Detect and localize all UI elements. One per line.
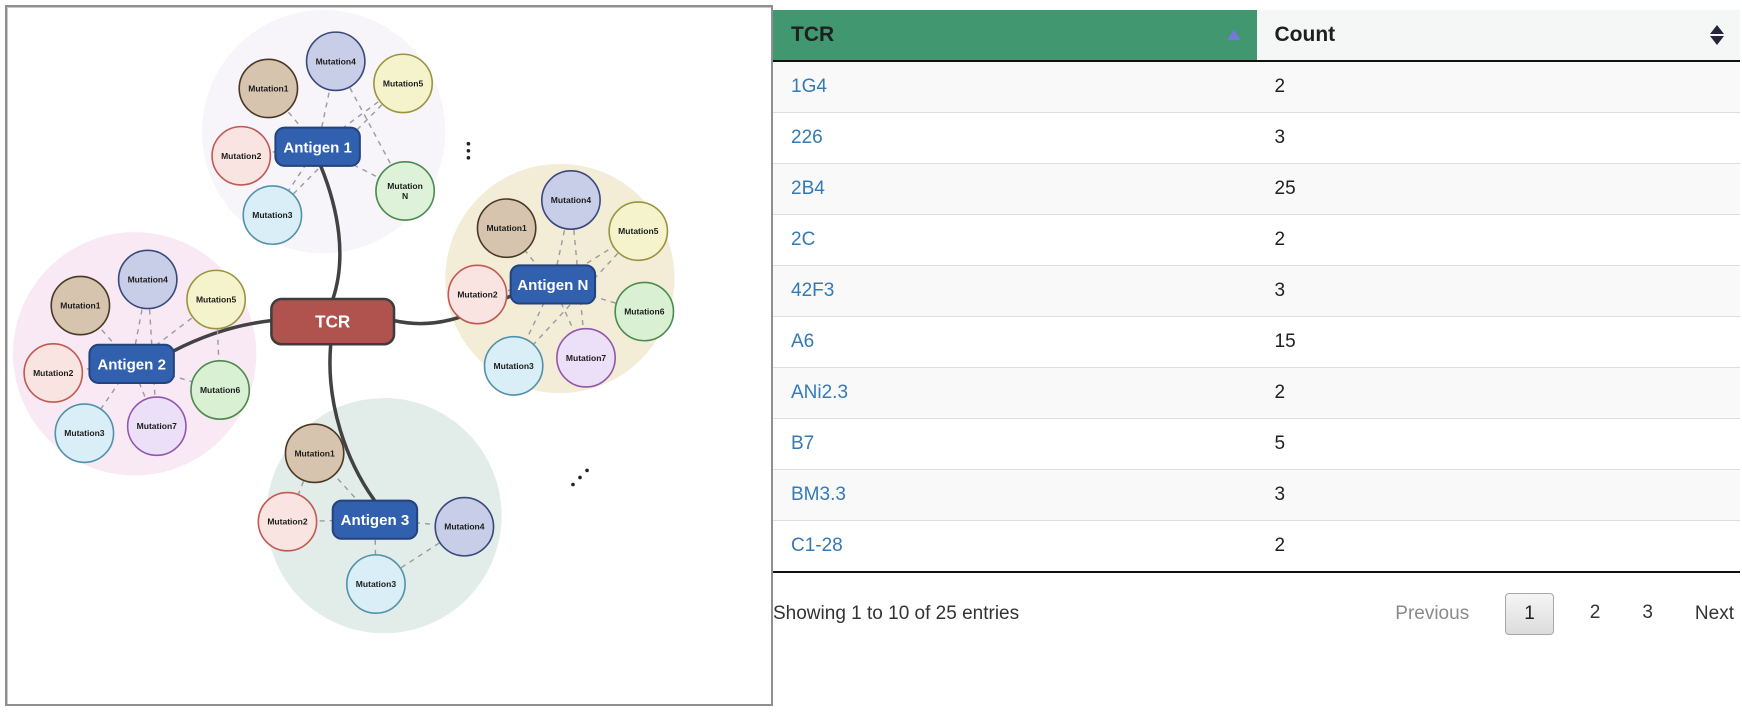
mutation-label: Mutation5 bbox=[383, 78, 424, 88]
mutation-label: Mutation2 bbox=[221, 151, 262, 161]
mutation-label: Mutation2 bbox=[33, 368, 74, 378]
tcr-cell: ANi2.3 bbox=[773, 368, 1257, 419]
mutation-label: Mutation4 bbox=[128, 274, 169, 284]
tcr-link[interactable]: 2B4 bbox=[791, 178, 825, 199]
mutation-label: Mutation2 bbox=[457, 290, 498, 300]
count-cell: 3 bbox=[1257, 470, 1741, 521]
table-row: 1G4 2 bbox=[773, 61, 1740, 113]
table-row: BM3.3 3 bbox=[773, 470, 1740, 521]
tcr-link[interactable]: C1-28 bbox=[791, 535, 843, 556]
sort-ascending-icon bbox=[1227, 30, 1241, 40]
tcr-link[interactable]: 2C bbox=[791, 229, 815, 250]
page-number-buttons: 123 bbox=[1475, 593, 1659, 635]
tcr-link[interactable]: 1G4 bbox=[791, 76, 827, 97]
mutation-label: Mutation3 bbox=[64, 428, 105, 438]
count-cell: 3 bbox=[1257, 113, 1741, 164]
tcr-label: TCR bbox=[315, 313, 350, 332]
count-cell: 5 bbox=[1257, 419, 1741, 470]
tcr-link[interactable]: BM3.3 bbox=[791, 484, 846, 505]
mutation-label: Mutation1 bbox=[294, 448, 335, 458]
table-footer: Showing 1 to 10 of 25 entries Previous 1… bbox=[773, 593, 1740, 635]
tcr-cell: 2C bbox=[773, 215, 1257, 266]
page-button-3[interactable]: 3 bbox=[1636, 593, 1659, 635]
page-button-1[interactable]: 1 bbox=[1505, 593, 1554, 635]
tcr-cell: 226 bbox=[773, 113, 1257, 164]
tcr-cell: A6 bbox=[773, 317, 1257, 368]
tcr-cell: 2B4 bbox=[773, 164, 1257, 215]
count-cell: 2 bbox=[1257, 521, 1741, 573]
tcr-link[interactable]: A6 bbox=[791, 331, 814, 352]
tcr-cell: B7 bbox=[773, 419, 1257, 470]
table-row: C1-28 2 bbox=[773, 521, 1740, 573]
mutation-label: Mutation3 bbox=[494, 361, 535, 371]
mutation-label: Mutation4 bbox=[444, 522, 485, 532]
mutation-label: Mutation3 bbox=[252, 210, 293, 220]
diagram-panel: Mutation1 Mutation4 Mutation5 Mutation2 Muta… bbox=[5, 5, 773, 706]
table-info: Showing 1 to 10 of 25 entries bbox=[773, 603, 1019, 625]
antigen-label: Antigen 2 bbox=[97, 356, 166, 373]
tcr-link[interactable]: B7 bbox=[791, 433, 814, 454]
count-cell: 2 bbox=[1257, 368, 1741, 419]
table-row: B7 5 bbox=[773, 419, 1740, 470]
count-cell: 2 bbox=[1257, 61, 1741, 113]
page-button-2[interactable]: 2 bbox=[1584, 593, 1607, 635]
table-header-row: TCR Count bbox=[773, 10, 1740, 61]
vertical-ellipsis bbox=[467, 142, 471, 146]
previous-page-button[interactable]: Previous bbox=[1389, 594, 1475, 634]
diagonal-ellipsis bbox=[578, 476, 582, 480]
table-row: 2C 2 bbox=[773, 215, 1740, 266]
sort-both-icon bbox=[1710, 24, 1724, 46]
table-row: A6 15 bbox=[773, 317, 1740, 368]
column-header-count[interactable]: Count bbox=[1257, 10, 1741, 61]
antigen-label: Antigen N bbox=[517, 277, 588, 294]
antigen-map: Mutation1 Mutation4 Mutation5 Mutation2 Muta… bbox=[7, 7, 771, 704]
count-cell: 25 bbox=[1257, 164, 1741, 215]
column-header-count-label: Count bbox=[1275, 23, 1336, 46]
table-row: 2B4 25 bbox=[773, 164, 1740, 215]
mutation-label: Mutation5 bbox=[196, 295, 237, 305]
next-page-button[interactable]: Next bbox=[1689, 594, 1740, 634]
mutation-label: Mutation7 bbox=[566, 353, 607, 363]
count-cell: 2 bbox=[1257, 215, 1741, 266]
table-row: 42F3 3 bbox=[773, 266, 1740, 317]
table-row: 226 3 bbox=[773, 113, 1740, 164]
vertical-ellipsis bbox=[467, 149, 471, 153]
mutation-label: Mutation5 bbox=[618, 226, 659, 236]
mutation-label: Mutation4 bbox=[316, 56, 357, 66]
mutation-label: Mutation7 bbox=[137, 421, 178, 431]
tcr-link[interactable]: 226 bbox=[791, 127, 823, 148]
tcr-cell: BM3.3 bbox=[773, 470, 1257, 521]
count-cell: 3 bbox=[1257, 266, 1741, 317]
pagination: Previous 123 Next bbox=[1389, 593, 1740, 635]
mutation-label: Mutation4 bbox=[551, 195, 592, 205]
antigen-label: Antigen 1 bbox=[283, 139, 352, 156]
mutation-label: Mutation1 bbox=[60, 301, 101, 311]
diagonal-ellipsis bbox=[571, 483, 575, 487]
mutation-label: Mutation1 bbox=[486, 223, 527, 233]
table-row: ANi2.3 2 bbox=[773, 368, 1740, 419]
tcr-table-body: 1G4222632B4252C242F33A615ANi2.32B75BM3.3… bbox=[773, 61, 1740, 572]
antigen-label: Antigen 3 bbox=[341, 512, 410, 529]
tcr-cell: 42F3 bbox=[773, 266, 1257, 317]
tcr-link[interactable]: 42F3 bbox=[791, 280, 834, 301]
mutation-label: Mutation1 bbox=[248, 83, 289, 93]
mutation-label: Mutation6 bbox=[624, 307, 665, 317]
tcr-count-table: TCR Count 1G4222632B4252C242F33A615ANi2.… bbox=[773, 10, 1740, 635]
tcr-link[interactable]: ANi2.3 bbox=[791, 382, 848, 403]
mutation-label: Mutation6 bbox=[200, 385, 241, 395]
count-cell: 15 bbox=[1257, 317, 1741, 368]
tcr-cell: 1G4 bbox=[773, 61, 1257, 113]
mutation-label: Mutation2 bbox=[267, 517, 308, 527]
diagonal-ellipsis bbox=[585, 469, 589, 473]
column-header-tcr-label: TCR bbox=[791, 23, 834, 46]
column-header-tcr[interactable]: TCR bbox=[773, 10, 1257, 61]
vertical-ellipsis bbox=[467, 156, 471, 160]
mutation-label: Mutation3 bbox=[356, 579, 397, 589]
data-table: TCR Count 1G4222632B4252C242F33A615ANi2.… bbox=[773, 10, 1740, 573]
tcr-cell: C1-28 bbox=[773, 521, 1257, 573]
